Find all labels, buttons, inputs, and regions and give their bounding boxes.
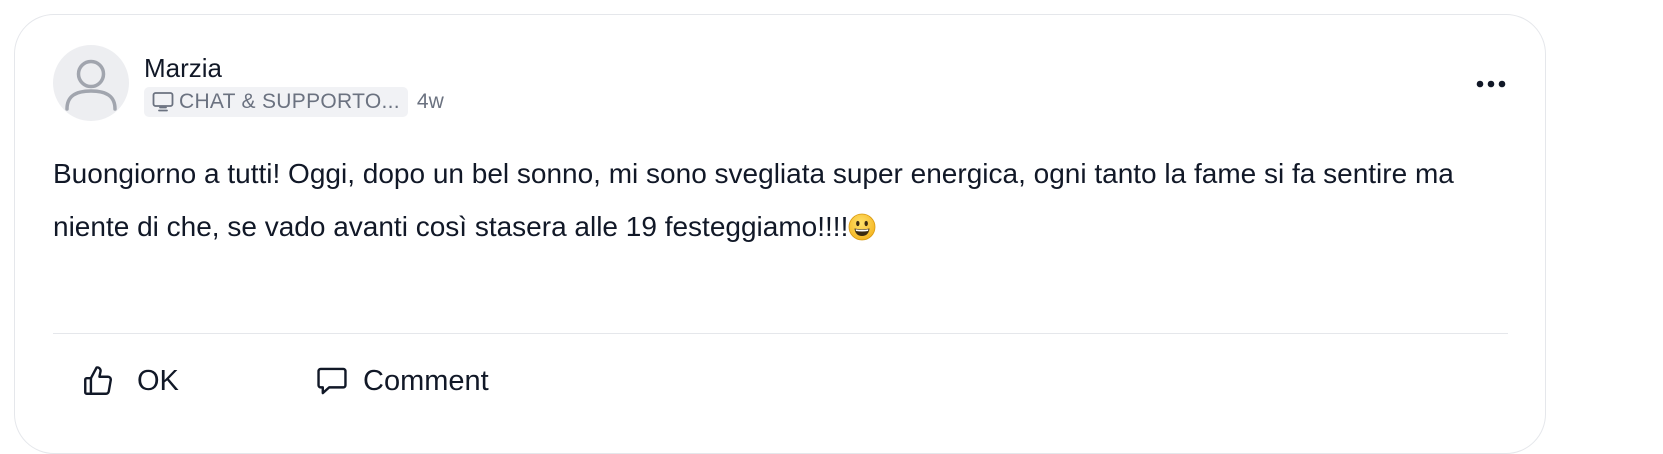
post-card: Marzia CHAT & SUPPORTO... 4w Buongiorno …: [14, 14, 1546, 454]
comment-label: Comment: [363, 364, 489, 397]
grinning-face-emoji-icon: [848, 205, 876, 241]
monitor-icon: [151, 90, 175, 114]
post-time[interactable]: 4w: [417, 90, 444, 114]
author-name[interactable]: Marzia: [144, 53, 222, 83]
more-horizontal-icon: [1476, 80, 1506, 88]
comment-button[interactable]: Comment: [315, 361, 489, 401]
thumbs-up-icon: [81, 364, 115, 398]
user-placeholder-icon: [65, 59, 117, 111]
more-options-button[interactable]: [1475, 69, 1507, 99]
post-meta: CHAT & SUPPORTO... 4w: [144, 87, 444, 117]
comment-bubble-icon: [315, 364, 349, 398]
like-label: OK: [137, 364, 179, 397]
group-label: CHAT & SUPPORTO...: [179, 90, 400, 113]
group-chip[interactable]: CHAT & SUPPORTO...: [144, 87, 408, 117]
post-text: Buongiorno a tutti! Oggi, dopo un bel so…: [53, 147, 1518, 253]
like-button[interactable]: OK: [81, 361, 179, 401]
post-text-content: Buongiorno a tutti! Oggi, dopo un bel so…: [53, 158, 1454, 242]
divider: [53, 333, 1508, 334]
avatar[interactable]: [53, 45, 129, 121]
